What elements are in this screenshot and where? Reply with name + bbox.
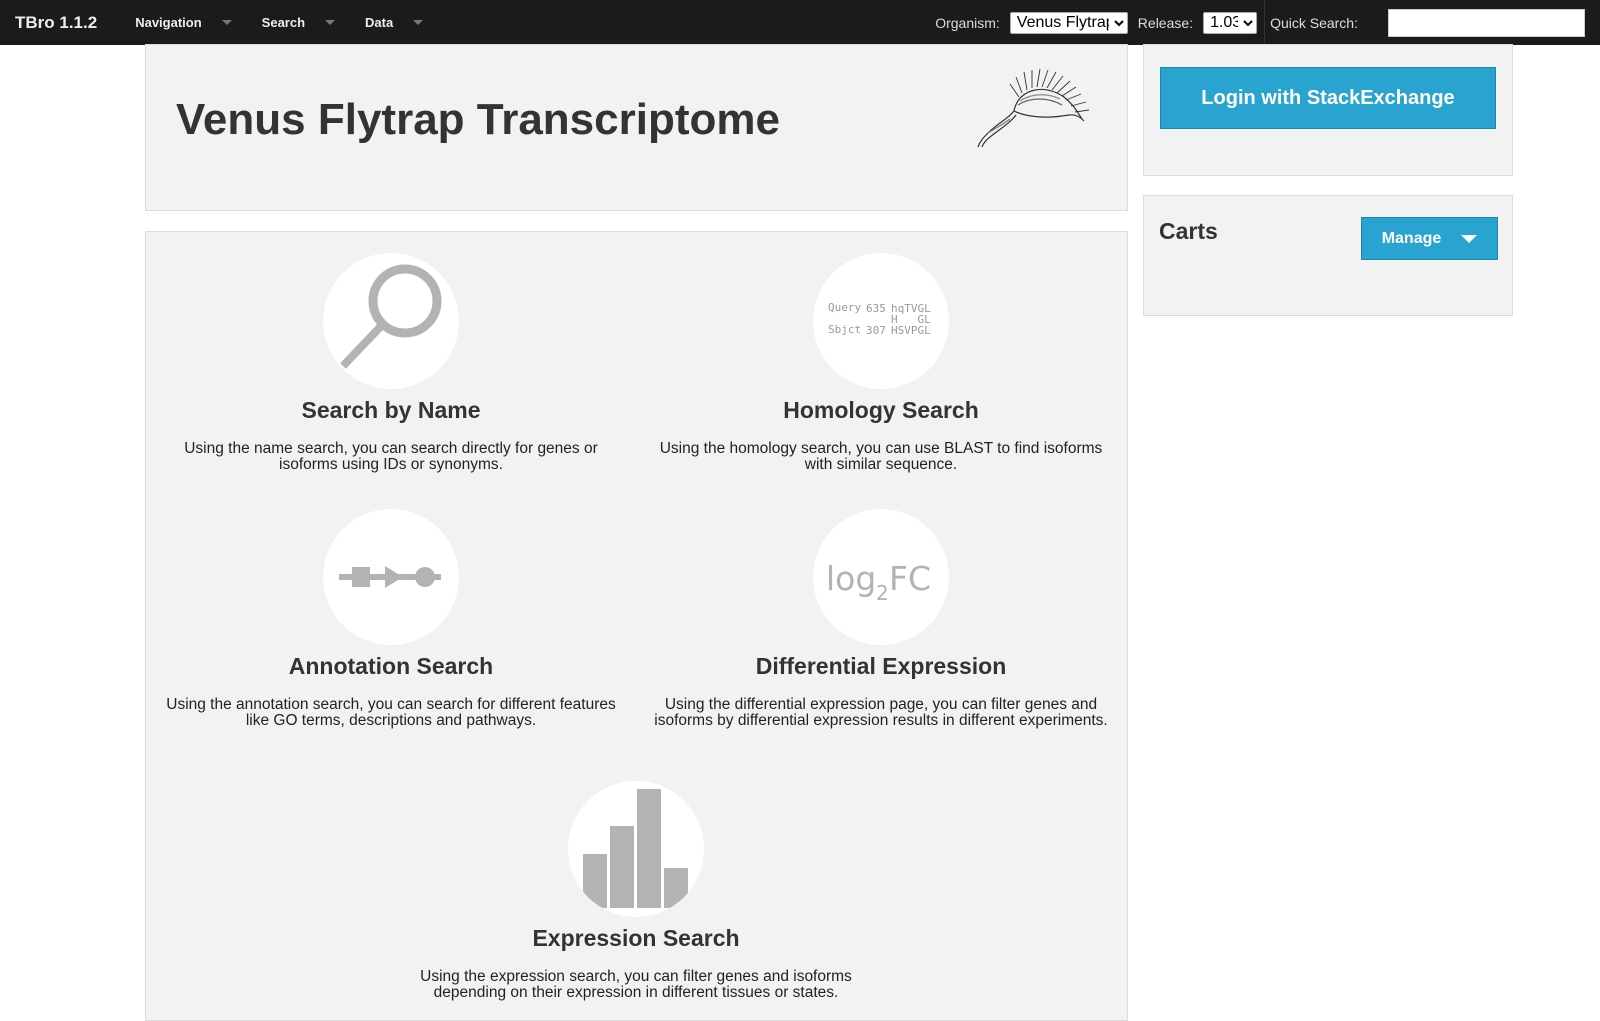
log2fc-subscript: 2 xyxy=(876,581,889,605)
feature-icon-circle: Query 635 hqTVGL H GL Sbjct 307 HSVPGL xyxy=(813,253,949,389)
quick-search-input[interactable] xyxy=(1388,8,1585,37)
feature-homology-search[interactable]: Query 635 hqTVGL H GL Sbjct 307 HSVPGL H… xyxy=(646,253,1116,473)
feature-description: Using the name search, you can search di… xyxy=(184,440,598,473)
carts-panel: Carts Manage xyxy=(1143,195,1513,316)
bar-chart-icon xyxy=(583,789,688,908)
feature-description: Using the differential expression page, … xyxy=(654,696,1108,729)
feature-differential-expression[interactable]: log 2 FC Differential Expression Using t… xyxy=(646,509,1116,729)
feature-title[interactable]: Search by Name xyxy=(156,397,626,424)
feature-title[interactable]: Homology Search xyxy=(646,397,1116,424)
feature-description: Using the annotation search, you can sea… xyxy=(166,696,616,729)
navbar-divider xyxy=(1264,0,1266,45)
feature-search-by-name[interactable]: Search by Name Using the name search, yo… xyxy=(156,253,626,473)
login-panel: Login with StackExchange xyxy=(1143,44,1513,176)
blast-query-pos: 635 xyxy=(866,302,886,315)
nav-menu-data-label: Data xyxy=(365,15,394,30)
feature-description: Using the homology search, you can use B… xyxy=(659,440,1103,473)
caret-down-icon xyxy=(1461,234,1478,243)
feature-expression-search[interactable]: Expression Search Using the expression s… xyxy=(401,781,871,1001)
brand-title[interactable]: TBro 1.1.2 xyxy=(0,13,112,33)
manage-button-label: Manage xyxy=(1381,229,1442,247)
nav-menu-search-label: Search xyxy=(261,15,306,30)
feature-icon-circle xyxy=(568,781,704,917)
organism-select[interactable]: Venus Flytrap xyxy=(1009,11,1128,34)
venus-flytrap-logo xyxy=(977,68,1090,148)
blast-query-label: Query xyxy=(828,301,861,314)
magnifier-icon xyxy=(340,264,442,369)
title-panel: Venus Flytrap Transcriptome xyxy=(145,44,1128,211)
caret-down-icon xyxy=(325,20,336,25)
feature-description: Using the expression search, you can fil… xyxy=(420,968,852,1001)
caret-down-icon xyxy=(221,20,232,25)
nav-menu-navigation[interactable]: Navigation xyxy=(120,0,246,45)
page-title: Venus Flytrap Transcriptome xyxy=(176,95,780,144)
feature-icon-circle xyxy=(323,509,459,645)
features-panel: Search by Name Using the name search, yo… xyxy=(145,231,1128,1021)
login-stackexchange-button[interactable]: Login with StackExchange xyxy=(1160,67,1496,129)
feature-title[interactable]: Annotation Search xyxy=(156,653,626,680)
log2fc-prefix: log xyxy=(826,559,876,598)
nav-menu-navigation-label: Navigation xyxy=(135,15,202,30)
quick-search-label: Quick Search: xyxy=(1270,14,1358,31)
navbar-right-controls: Organism: Venus Flytrap Release: 1.03 Qu… xyxy=(935,0,1600,45)
carts-title: Carts xyxy=(1159,218,1218,244)
release-select[interactable]: 1.03 xyxy=(1203,11,1258,34)
feature-title[interactable]: Differential Expression xyxy=(646,653,1116,680)
top-navbar: TBro 1.1.2 Navigation Search Data Organi… xyxy=(0,0,1600,45)
caret-down-icon xyxy=(413,20,424,25)
feature-title[interactable]: Expression Search xyxy=(401,925,871,952)
blast-sbjct-seq: HSVPGL xyxy=(891,324,931,337)
release-label: Release: xyxy=(1137,14,1194,31)
manage-carts-button[interactable]: Manage xyxy=(1361,217,1498,260)
blast-alignment-icon: Query 635 hqTVGL H GL Sbjct 307 HSVPGL xyxy=(828,301,931,337)
feature-annotation-search[interactable]: Annotation Search Using the annotation s… xyxy=(156,509,626,729)
nav-menu-data[interactable]: Data xyxy=(350,0,438,45)
nav-menu-search[interactable]: Search xyxy=(247,0,350,45)
feature-icon-circle: log 2 FC xyxy=(813,509,949,645)
blast-sbjct-pos: 307 xyxy=(866,324,886,337)
log2fc-suffix: FC xyxy=(889,559,931,598)
organism-label: Organism: xyxy=(935,14,1000,31)
blast-sbjct-label: Sbjct xyxy=(828,323,861,336)
feature-icon-circle xyxy=(323,253,459,389)
pathway-icon xyxy=(339,566,441,588)
log2fc-icon: log 2 FC xyxy=(826,559,931,605)
